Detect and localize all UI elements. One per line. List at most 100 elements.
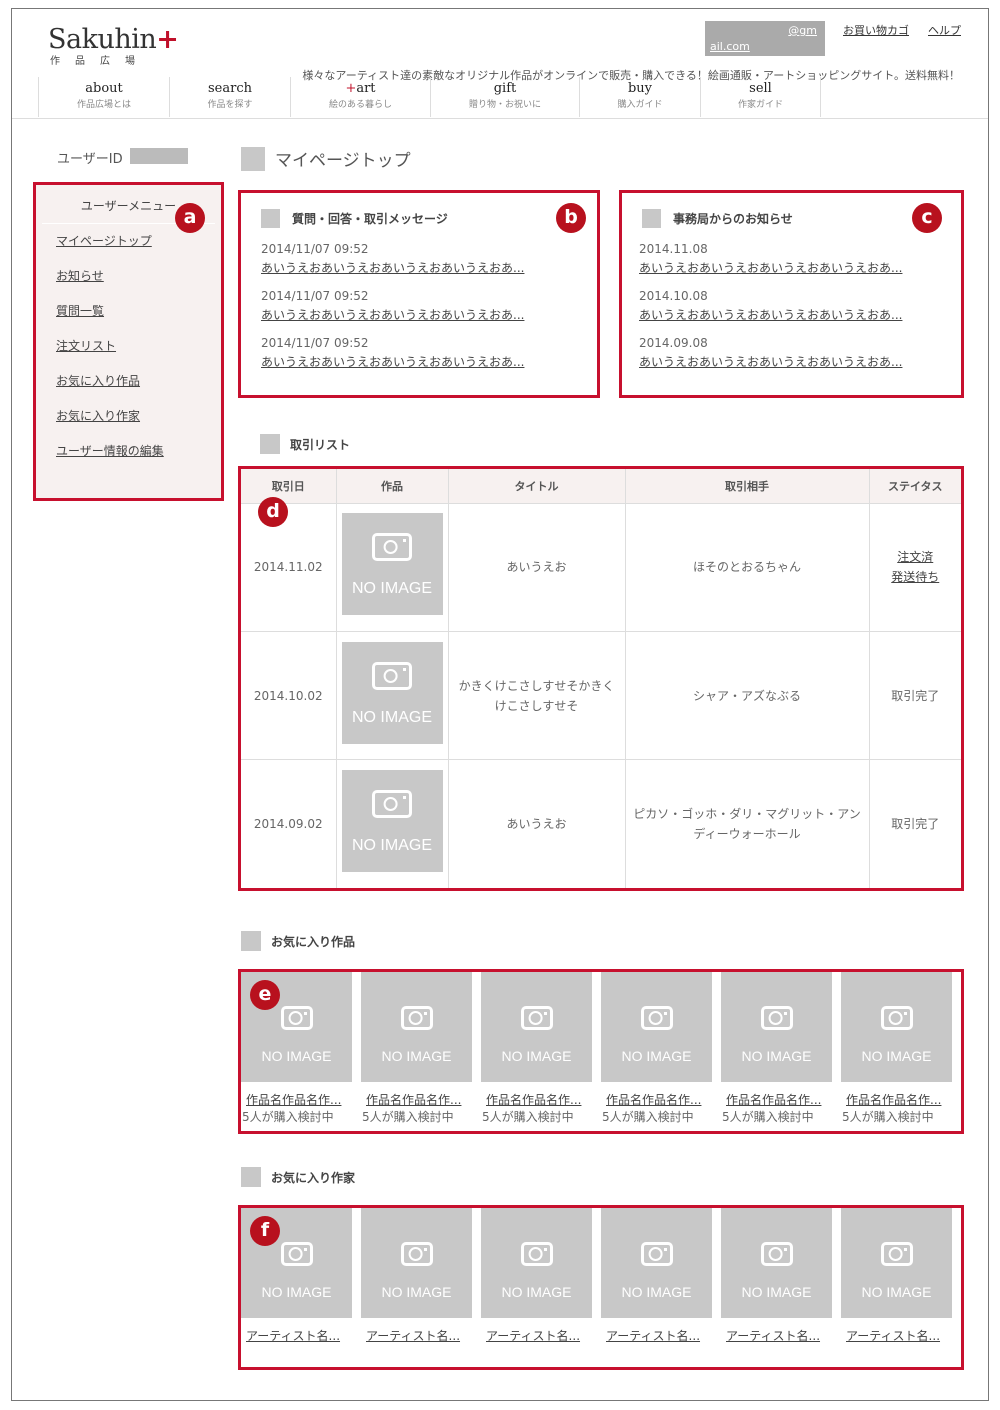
fav-artist-name-link[interactable]: アーティスト名... bbox=[846, 1327, 961, 1344]
fav-work-name-link[interactable]: 作品名作品名作... bbox=[726, 1091, 841, 1108]
no-image-label: NO IMAGE bbox=[261, 1284, 332, 1300]
fav-artist-name-link[interactable]: アーティスト名... bbox=[246, 1327, 361, 1344]
table-row: 2014.09.02 NO IMAGE あいうえお ピカソ・ゴッホ・ダリ・マグリ… bbox=[241, 759, 961, 888]
annotation-badge-f: f bbox=[250, 1216, 280, 1246]
fav-work-card: NO IMAGE 作品名作品名作... 5人が購入検討中 bbox=[481, 972, 601, 1125]
fav-works-grid: NO IMAGE 作品名作品名作... 5人が購入検討中 NO IMAGE 作品… bbox=[241, 972, 961, 1125]
camera-icon bbox=[520, 1006, 553, 1030]
menu-notices[interactable]: お知らせ bbox=[56, 267, 221, 284]
nav-gift-sub: 贈り物・お祝いに bbox=[468, 100, 541, 110]
fav-artist-card: NO IMAGE アーティスト名... bbox=[601, 1208, 721, 1344]
menu-questions[interactable]: 質問一覧 bbox=[56, 302, 221, 319]
fav-work-interest: 5人が購入検討中 bbox=[482, 1110, 574, 1124]
section-square-icon bbox=[241, 931, 261, 951]
camera-icon bbox=[760, 1242, 793, 1266]
no-image-thumbnail[interactable]: NO IMAGE bbox=[361, 972, 472, 1082]
fav-work-card: NO IMAGE 作品名作品名作... 5人が購入検討中 bbox=[361, 972, 481, 1125]
nav-sell[interactable]: sell 作家ガイド bbox=[700, 77, 821, 117]
site-logo[interactable]: Sakuhin+ bbox=[48, 24, 179, 55]
annotation-badge-a: a bbox=[175, 203, 205, 233]
nav-about[interactable]: about 作品広場とは bbox=[38, 77, 169, 117]
nav-buy[interactable]: buy 購入ガイド bbox=[579, 77, 700, 117]
nav-buy-sub: 購入ガイド bbox=[617, 100, 663, 110]
email-fragment-1[interactable]: @gm bbox=[788, 24, 817, 37]
nav-about-title: about bbox=[85, 81, 123, 96]
menu-orders[interactable]: 注文リスト bbox=[56, 337, 221, 354]
user-menu-list: マイページトップ お知らせ 質問一覧 注文リスト お気に入り作品 お気に入り作家… bbox=[36, 224, 221, 459]
message-link[interactable]: あいうえおあいうえおあいうえおあいうえおあ... bbox=[261, 259, 597, 276]
no-image-thumbnail[interactable]: NO IMAGE bbox=[721, 1208, 832, 1318]
no-image-thumbnail[interactable]: NO IMAGE bbox=[481, 1208, 592, 1318]
nav-art[interactable]: +art 絵のある暮らし bbox=[290, 77, 430, 117]
menu-fav-artists[interactable]: お気に入り作家 bbox=[56, 407, 221, 424]
trades-table-container: 取引日 作品 タイトル 取引相手 ステイタス 2014.11.02 NO IMA… bbox=[238, 466, 964, 891]
message-date: 2014/11/07 09:52 bbox=[261, 336, 369, 350]
notice-item: 2014.10.08 あいうえおあいうえおあいうえおあいうえおあ... bbox=[639, 289, 961, 323]
col-partner: 取引相手 bbox=[625, 469, 870, 504]
nav-search[interactable]: search 作品を探す bbox=[169, 77, 290, 117]
fav-artist-name-link[interactable]: アーティスト名... bbox=[726, 1327, 841, 1344]
no-image-label: NO IMAGE bbox=[351, 837, 432, 855]
status-link-awaiting-shipment[interactable]: 発送待ち bbox=[870, 567, 962, 587]
notice-link[interactable]: あいうえおあいうえおあいうえおあいうえおあ... bbox=[639, 353, 961, 370]
fav-work-name-link[interactable]: 作品名作品名作... bbox=[366, 1091, 481, 1108]
no-image-thumbnail[interactable]: NO IMAGE bbox=[341, 513, 443, 616]
notice-link[interactable]: あいうえおあいうえおあいうえおあいうえおあ... bbox=[639, 306, 961, 323]
trade-date: 2014.09.02 bbox=[241, 759, 337, 888]
trade-title: かきくけこさしすせそかきくけこさしすせそ bbox=[448, 631, 626, 761]
no-image-label: NO IMAGE bbox=[501, 1048, 572, 1064]
message-link[interactable]: あいうえおあいうえおあいうえおあいうえおあ... bbox=[261, 306, 597, 323]
nav-art-sub: 絵のある暮らし bbox=[328, 100, 392, 110]
no-image-label: NO IMAGE bbox=[261, 1048, 332, 1064]
menu-edit-profile[interactable]: ユーザー情報の編集 bbox=[56, 442, 221, 459]
section-square-icon bbox=[642, 209, 661, 228]
fav-work-name-link[interactable]: 作品名作品名作... bbox=[486, 1091, 601, 1108]
notice-link[interactable]: あいうえおあいうえおあいうえおあいうえおあ... bbox=[639, 259, 961, 276]
no-image-thumbnail[interactable]: NO IMAGE bbox=[841, 1208, 952, 1318]
fav-artist-card: NO IMAGE アーティスト名... bbox=[721, 1208, 841, 1344]
no-image-thumbnail[interactable]: NO IMAGE bbox=[361, 1208, 472, 1318]
fav-artists-container: NO IMAGE アーティスト名... NO IMAGE アーティスト名... … bbox=[238, 1205, 964, 1370]
no-image-thumbnail[interactable]: NO IMAGE bbox=[721, 972, 832, 1082]
col-work: 作品 bbox=[336, 469, 449, 504]
nav-art-title: +art bbox=[345, 81, 376, 96]
trade-status: 取引完了 bbox=[891, 817, 940, 832]
status-link-ordered[interactable]: 注文済 bbox=[870, 547, 962, 567]
no-image-thumbnail[interactable]: NO IMAGE bbox=[341, 770, 443, 873]
nav-gift[interactable]: gift 贈り物・お祝いに bbox=[430, 77, 579, 117]
nav-sell-title: sell bbox=[749, 81, 772, 96]
fav-work-name-link[interactable]: 作品名作品名作... bbox=[846, 1091, 961, 1108]
email-fragment-2[interactable]: ail.com bbox=[710, 40, 750, 53]
trade-date: 2014.11.02 bbox=[241, 503, 337, 633]
fav-work-name-link[interactable]: 作品名作品名作... bbox=[606, 1091, 721, 1108]
no-image-label: NO IMAGE bbox=[621, 1284, 692, 1300]
fav-artist-name-link[interactable]: アーティスト名... bbox=[606, 1327, 721, 1344]
menu-mypage-top[interactable]: マイページトップ bbox=[56, 232, 221, 249]
help-link[interactable]: ヘルプ bbox=[928, 22, 961, 38]
no-image-thumbnail[interactable]: NO IMAGE bbox=[341, 641, 443, 744]
no-image-label: NO IMAGE bbox=[741, 1048, 812, 1064]
message-link[interactable]: あいうえおあいうえおあいうえおあいうえおあ... bbox=[261, 353, 597, 370]
header-divider bbox=[12, 118, 988, 119]
menu-fav-works[interactable]: お気に入り作品 bbox=[56, 372, 221, 389]
no-image-thumbnail[interactable]: NO IMAGE bbox=[481, 972, 592, 1082]
camera-icon bbox=[640, 1006, 673, 1030]
fav-work-interest: 5人が購入検討中 bbox=[842, 1110, 934, 1124]
user-id-label: ユーザーID bbox=[57, 152, 123, 167]
trades-table: 取引日 作品 タイトル 取引相手 ステイタス 2014.11.02 NO IMA… bbox=[241, 469, 961, 888]
fav-artist-name-link[interactable]: アーティスト名... bbox=[366, 1327, 481, 1344]
no-image-thumbnail[interactable]: NO IMAGE bbox=[601, 1208, 712, 1318]
page-title-text: マイページトップ bbox=[275, 151, 411, 171]
no-image-thumbnail[interactable]: NO IMAGE bbox=[841, 972, 952, 1082]
nav-gift-title: gift bbox=[493, 81, 517, 96]
camera-icon bbox=[372, 790, 412, 819]
no-image-thumbnail[interactable]: NO IMAGE bbox=[601, 972, 712, 1082]
messages-header: 質問・回答・取引メッセージ bbox=[261, 209, 597, 228]
fav-work-name-link[interactable]: 作品名作品名作... bbox=[246, 1091, 361, 1108]
fav-artists-grid: NO IMAGE アーティスト名... NO IMAGE アーティスト名... … bbox=[241, 1208, 961, 1344]
cart-link[interactable]: お買い物カゴ bbox=[843, 22, 909, 38]
no-image-label: NO IMAGE bbox=[351, 708, 432, 726]
trade-date: 2014.10.02 bbox=[241, 631, 337, 761]
camera-icon bbox=[280, 1242, 313, 1266]
fav-artist-name-link[interactable]: アーティスト名... bbox=[486, 1327, 601, 1344]
